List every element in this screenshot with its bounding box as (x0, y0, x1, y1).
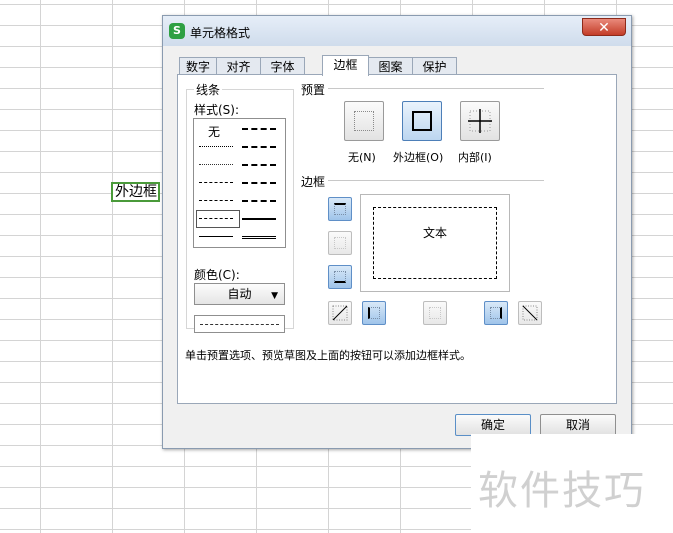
line-style-option[interactable] (240, 230, 278, 242)
diagonal-down-icon (522, 305, 538, 321)
app-logo-icon: S (169, 23, 185, 39)
cell-format-dialog: S 单元格格式 ✕ 数字 对齐 字体 边框 图案 保护 线条 样式(S): 无 (162, 15, 632, 449)
tab-font[interactable]: 字体 (260, 57, 305, 75)
border-inner-vertical-icon (429, 307, 441, 319)
close-button[interactable]: ✕ (582, 18, 626, 36)
tab-alignment[interactable]: 对齐 (216, 57, 261, 75)
border-divider (328, 180, 544, 181)
line-style-option[interactable] (197, 176, 235, 188)
preset-divider (328, 88, 544, 89)
ok-button[interactable]: 确定 (455, 414, 531, 436)
border-left-button[interactable] (362, 301, 386, 325)
border-tab-panel: 线条 样式(S): 无 颜色(C): 自动 ▼ 预置 无(N) 外边框(O) 内… (177, 74, 617, 404)
outline-border-icon (412, 111, 432, 131)
title-bar: S 单元格格式 ✕ (163, 16, 631, 46)
line-style-option[interactable] (197, 158, 235, 170)
preset-group-title: 预置 (299, 81, 328, 98)
border-top-icon (334, 203, 346, 215)
line-style-none[interactable]: 无 (208, 123, 220, 140)
preset-inside-label: 内部(I) (458, 151, 492, 164)
tab-pattern[interactable]: 图案 (368, 57, 413, 75)
border-top-button[interactable] (328, 197, 352, 221)
color-value: 自动 (227, 287, 252, 301)
line-style-option[interactable] (197, 212, 235, 224)
tab-protection[interactable]: 保护 (412, 57, 457, 75)
inside-border-icon (468, 109, 492, 133)
border-bottom-icon (334, 271, 346, 283)
border-left-icon (368, 307, 380, 319)
line-style-option[interactable] (240, 140, 278, 152)
preset-outline-button[interactable] (402, 101, 442, 141)
preset-inside-button[interactable] (460, 101, 500, 141)
diagonal-up-button[interactable] (328, 301, 352, 325)
watermark-text: 软件技巧 (478, 468, 646, 514)
color-dropdown[interactable]: 自动 ▼ (194, 283, 285, 305)
line-color-preview (194, 315, 285, 333)
color-label: 颜色(C): (192, 266, 242, 283)
border-inner-vertical-button[interactable] (423, 301, 447, 325)
line-style-option[interactable] (240, 122, 278, 134)
border-right-button[interactable] (484, 301, 508, 325)
selected-cell[interactable]: 外边框 (111, 182, 160, 202)
preset-none-label: 无(N) (348, 151, 376, 164)
tab-number[interactable]: 数字 (179, 57, 217, 75)
border-group-title: 边框 (299, 173, 328, 190)
line-style-list[interactable]: 无 (193, 118, 286, 248)
border-inner-horizontal-button[interactable] (328, 231, 352, 255)
preset-none-button[interactable] (344, 101, 384, 141)
line-style-option[interactable] (197, 230, 235, 242)
preview-outline (373, 207, 497, 279)
diagonal-down-button[interactable] (518, 301, 542, 325)
style-label: 样式(S): (192, 101, 242, 118)
line-style-option[interactable] (197, 140, 235, 152)
preset-outline-label: 外边框(O) (393, 151, 444, 164)
hint-text: 单击预置选项、预览草图及上面的按钮可以添加边框样式。 (185, 349, 471, 362)
line-style-option[interactable] (197, 194, 235, 206)
line-style-option[interactable] (240, 176, 278, 188)
preview-text: 文本 (422, 226, 447, 240)
no-border-icon (354, 111, 374, 131)
border-bottom-button[interactable] (328, 265, 352, 289)
border-preview[interactable]: 文本 (360, 194, 510, 292)
line-style-option[interactable] (240, 212, 278, 224)
line-group-title: 线条 (194, 81, 223, 98)
diagonal-up-icon (332, 305, 348, 321)
border-right-icon (490, 307, 502, 319)
dialog-title: 单元格格式 (190, 26, 251, 40)
line-style-option[interactable] (240, 194, 278, 206)
dropdown-arrow-icon: ▼ (271, 291, 278, 301)
line-style-option[interactable] (240, 158, 278, 170)
cancel-button[interactable]: 取消 (540, 414, 616, 436)
border-inner-horizontal-icon (334, 237, 346, 249)
tab-border[interactable]: 边框 (322, 55, 369, 76)
